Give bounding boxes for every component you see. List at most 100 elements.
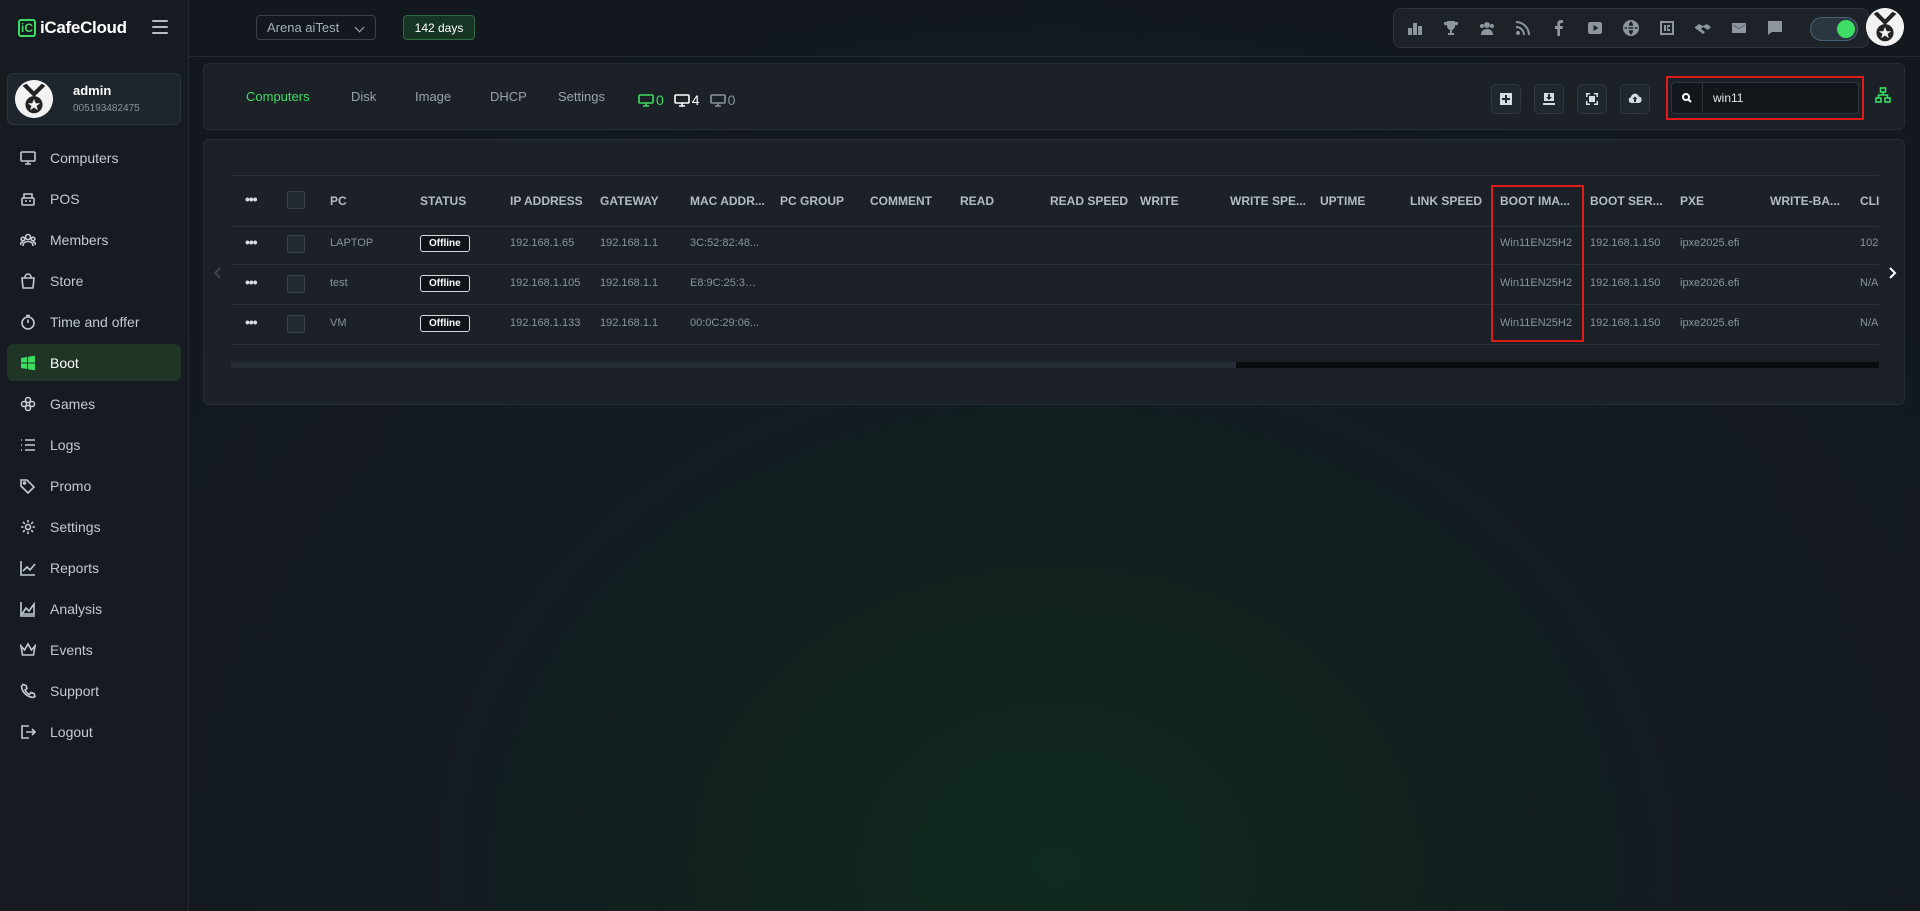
rss-icon[interactable]	[1514, 19, 1532, 37]
sidebar-item-logout[interactable]: Logout	[7, 713, 181, 750]
windows-icon	[20, 355, 36, 371]
sidebar-item-pos[interactable]: POS	[7, 180, 181, 217]
col-link-speed[interactable]: LINK SPEED	[1410, 194, 1482, 208]
col-mac-address[interactable]: MAC ADDR...	[690, 194, 765, 208]
cell-ip: 192.168.1.133	[510, 317, 581, 329]
table-row[interactable]: ••• test Offline 192.168.1.105 192.168.1…	[231, 265, 1879, 305]
sidebar: iC iCafeCloud admin 005193482475 Compute…	[0, 0, 189, 911]
menu-toggle-icon[interactable]	[152, 20, 168, 34]
add-pc-button[interactable]	[1491, 84, 1521, 114]
horizontal-scrollbar[interactable]	[231, 362, 1879, 368]
header-menu-icon[interactable]: •••	[245, 191, 257, 207]
youtube-icon[interactable]	[1586, 19, 1604, 37]
row-checkbox[interactable]	[287, 315, 305, 333]
row-menu-icon[interactable]: •••	[245, 234, 257, 250]
sidebar-item-events[interactable]: Events	[7, 631, 181, 668]
col-pxe[interactable]: PXE	[1680, 194, 1704, 208]
scroll-right-arrow[interactable]	[1886, 266, 1898, 280]
online-count[interactable]: 0	[638, 92, 664, 108]
cell-pxe: ipxe2025.efi	[1680, 237, 1740, 249]
col-gateway[interactable]: GATEWAY	[600, 194, 659, 208]
sidebar-item-store[interactable]: Store	[7, 262, 181, 299]
col-write[interactable]: WRITE	[1140, 194, 1179, 208]
scan-button[interactable]	[1577, 84, 1607, 114]
sidebar-item-label: Games	[50, 395, 96, 412]
sidebar-nav: Computers POS Members Store Time and off…	[7, 139, 181, 754]
theme-toggle[interactable]	[1810, 17, 1858, 41]
list-icon	[20, 437, 36, 453]
col-boot-image[interactable]: BOOT IMA...	[1500, 194, 1570, 208]
col-ip-address[interactable]: IP ADDRESS	[510, 194, 583, 208]
user-avatar[interactable]	[1866, 8, 1904, 46]
sidebar-item-label: Analysis	[50, 600, 103, 617]
table-row[interactable]: ••• VM Offline 192.168.1.133 192.168.1.1…	[231, 305, 1879, 345]
download-pc-button[interactable]	[1534, 84, 1564, 114]
mail-icon[interactable]	[1730, 19, 1748, 37]
cell-pc: test	[330, 277, 348, 289]
globe-icon[interactable]	[1622, 19, 1640, 37]
row-menu-icon[interactable]: •••	[245, 314, 257, 330]
sidebar-item-support[interactable]: Support	[7, 672, 181, 709]
sidebar-item-analysis[interactable]: Analysis	[7, 590, 181, 627]
tab-settings[interactable]: Settings	[558, 89, 605, 104]
col-uptime[interactable]: UPTIME	[1320, 194, 1365, 208]
col-read[interactable]: READ	[960, 194, 994, 208]
col-pc[interactable]: PC	[330, 194, 347, 208]
sidebar-item-promo[interactable]: Promo	[7, 467, 181, 504]
col-write-speed[interactable]: WRITE SPE...	[1230, 194, 1306, 208]
scroll-left-arrow[interactable]	[212, 266, 224, 280]
sidebar-item-time-and-offer[interactable]: Time and offer	[7, 303, 181, 340]
col-comment[interactable]: COMMENT	[870, 194, 932, 208]
icafe-icon[interactable]	[1658, 19, 1676, 37]
sidebar-item-computers[interactable]: Computers	[7, 139, 181, 176]
col-boot-server[interactable]: BOOT SER...	[1590, 194, 1663, 208]
store-name: Arena aiTest	[267, 20, 340, 35]
scrollbar-thumb[interactable]	[1236, 362, 1879, 368]
sidebar-item-logs[interactable]: Logs	[7, 426, 181, 463]
trophy-icon[interactable]	[1442, 19, 1460, 37]
col-write-back[interactable]: WRITE-BA...	[1770, 194, 1840, 208]
table-row[interactable]: ••• LAPTOP Offline 192.168.1.65 192.168.…	[231, 225, 1879, 265]
sidebar-item-members[interactable]: Members	[7, 221, 181, 258]
search-input[interactable]	[1703, 90, 1855, 106]
handshake-icon[interactable]	[1694, 19, 1712, 37]
ranking-icon[interactable]	[1406, 19, 1424, 37]
sidebar-item-label: Logout	[50, 723, 93, 740]
col-pc-group[interactable]: PC GROUP	[780, 194, 844, 208]
online-count-value: 0	[656, 92, 664, 108]
cloud-upload-button[interactable]	[1620, 84, 1650, 114]
tab-computers[interactable]: Computers	[246, 89, 310, 104]
col-status[interactable]: STATUS	[420, 194, 466, 208]
store-selector[interactable]: Arena aiTest	[256, 15, 376, 40]
sidebar-item-reports[interactable]: Reports	[7, 549, 181, 586]
cell-client: N/A	[1860, 277, 1879, 289]
cell-boot-server: 192.168.1.150	[1590, 237, 1661, 249]
select-all-checkbox[interactable]	[287, 191, 305, 209]
sidebar-item-games[interactable]: Games	[7, 385, 181, 422]
col-read-speed[interactable]: READ SPEED	[1050, 194, 1128, 208]
chat-icon[interactable]	[1766, 19, 1784, 37]
store-bag-icon	[20, 272, 36, 289]
gamepad-icon	[20, 396, 36, 412]
sidebar-item-label: Settings	[50, 518, 101, 535]
gear-icon	[20, 519, 36, 535]
sidebar-item-settings[interactable]: Settings	[7, 508, 181, 545]
pos-icon	[20, 191, 36, 207]
row-checkbox[interactable]	[287, 235, 305, 253]
tab-disk[interactable]: Disk	[351, 89, 376, 104]
profile-card[interactable]: admin 005193482475	[7, 73, 181, 125]
tab-image[interactable]: Image	[415, 89, 451, 104]
app-logo[interactable]: iC iCafeCloud	[18, 18, 127, 38]
row-checkbox[interactable]	[287, 275, 305, 293]
community-icon[interactable]	[1478, 19, 1496, 37]
col-client[interactable]: CLI	[1860, 194, 1879, 208]
facebook-icon[interactable]	[1550, 19, 1568, 37]
row-menu-icon[interactable]: •••	[245, 274, 257, 290]
cell-status: Offline	[420, 315, 470, 332]
tab-dhcp[interactable]: DHCP	[490, 89, 527, 104]
network-tree-icon[interactable]	[1875, 87, 1891, 103]
sidebar-item-boot[interactable]: Boot	[7, 344, 181, 381]
idle-count[interactable]: 0	[709, 92, 735, 108]
offline-count[interactable]: 4	[673, 92, 700, 108]
phone-icon	[20, 683, 36, 699]
